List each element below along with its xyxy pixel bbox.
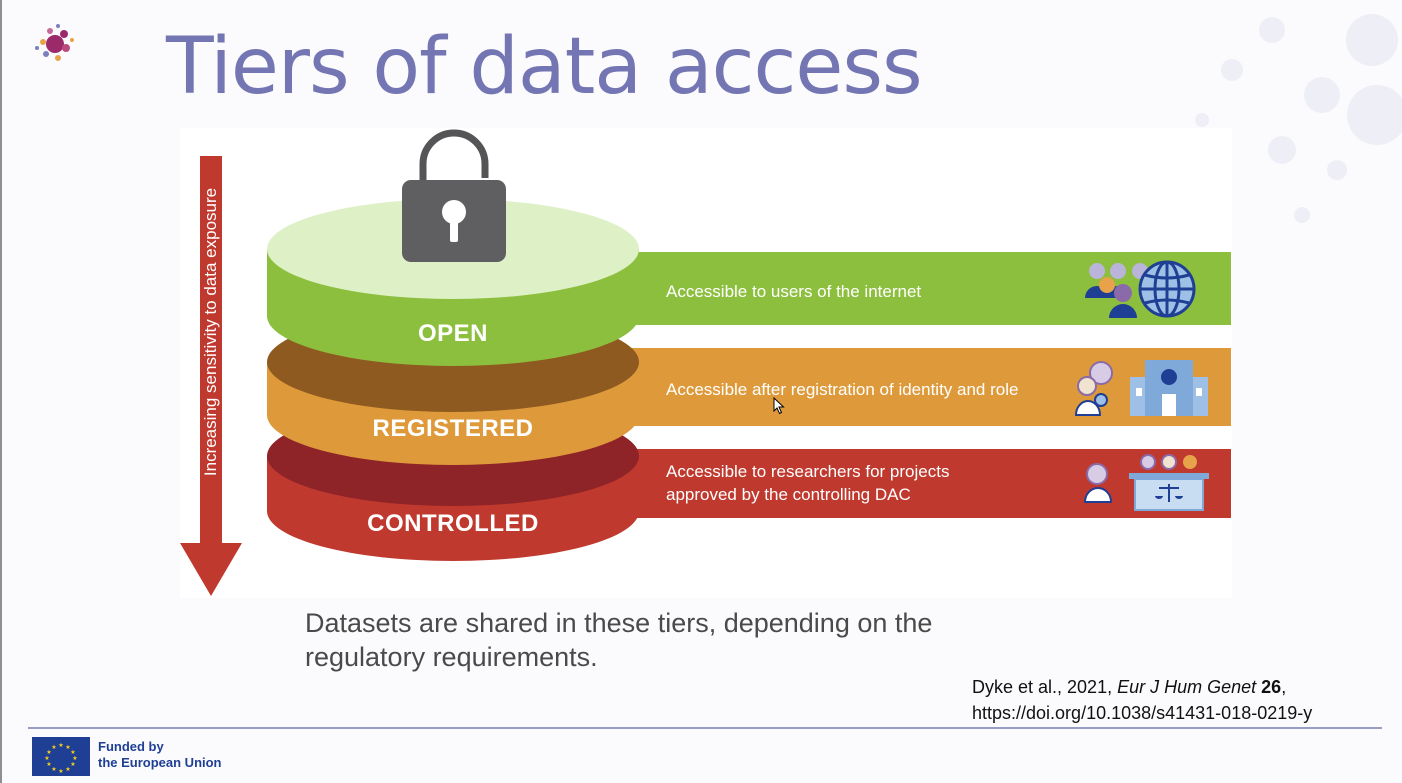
svg-text:★: ★ xyxy=(65,766,70,773)
footer-divider xyxy=(28,727,1382,729)
mouse-pointer-icon xyxy=(773,397,785,415)
svg-text:★: ★ xyxy=(58,768,63,775)
svg-text:★: ★ xyxy=(51,766,56,773)
tier-label-controlled: CONTROLLED xyxy=(367,510,539,537)
citation: Dyke et al., 2021, Eur J Hum Genet 26, h… xyxy=(972,674,1312,726)
svg-text:★: ★ xyxy=(70,761,75,768)
svg-text:★: ★ xyxy=(58,742,63,749)
tier-description-controlled-line2: approved by the controlling DAC xyxy=(666,485,911,504)
caption-text: Datasets are shared in these tiers, depe… xyxy=(305,608,933,672)
funding-line-1: Funded by xyxy=(98,739,164,754)
tier-description-open: Accessible to users of the internet xyxy=(666,282,922,301)
citation-volume: 26 xyxy=(1261,677,1282,697)
project-logo xyxy=(35,24,74,61)
window-edge xyxy=(0,0,2,783)
citation-doi: https://doi.org/10.1038/s41431-018-0219-… xyxy=(972,703,1313,723)
tier-label-registered: REGISTERED xyxy=(372,415,534,442)
citation-trail: , xyxy=(1281,677,1287,697)
svg-text:★: ★ xyxy=(44,755,49,762)
globe-icon xyxy=(1138,260,1196,318)
svg-text:★: ★ xyxy=(51,744,56,751)
tier-description-registered: Accessible after registration of identit… xyxy=(666,380,1019,399)
citation-journal: Eur J Hum Genet xyxy=(1117,677,1257,697)
funding-statement: Funded by the European Union xyxy=(98,739,222,771)
sensitivity-axis-label: Increasing sensitivity to data exposure xyxy=(201,187,220,477)
open-padlock-icon xyxy=(402,129,506,262)
funding-line-2: the European Union xyxy=(98,755,222,770)
citation-authors: Dyke et al., 2021, xyxy=(972,677,1118,697)
tier-label-open: OPEN xyxy=(417,320,488,347)
tiers-diagram: Increasing sensitivity to data exposure … xyxy=(180,128,1232,598)
slide-title: Tiers of data access xyxy=(166,22,923,112)
tier-description-controlled-line1: Accessible to researchers for projects xyxy=(666,462,950,481)
eu-flag-icon: ★ ★ ★ ★ ★ ★ ★ ★ ★ ★ ★ ★ xyxy=(32,737,90,776)
svg-text:★: ★ xyxy=(46,761,51,768)
